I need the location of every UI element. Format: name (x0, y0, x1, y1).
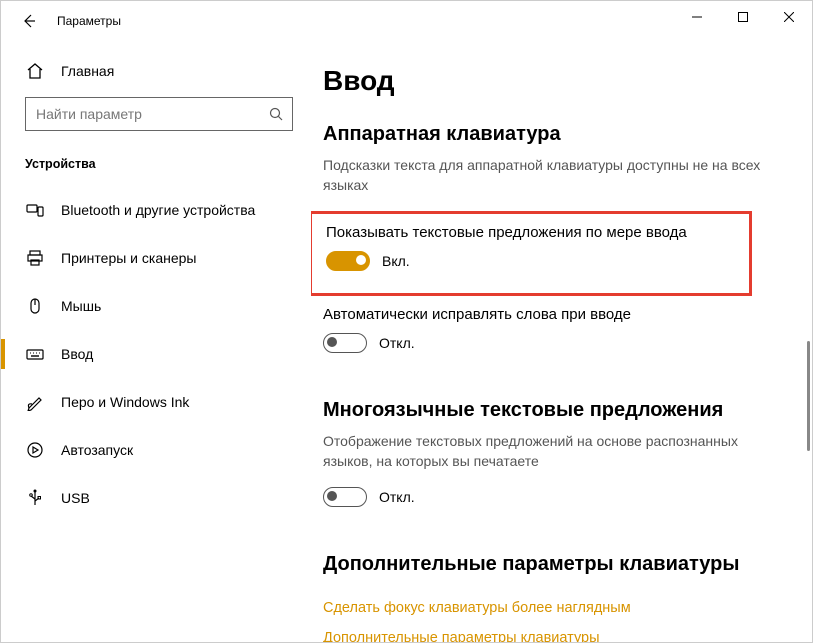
sidebar-item-label: Bluetooth и другие устройства (61, 202, 255, 218)
advanced-settings-link[interactable]: Дополнительные параметры клавиатуры (323, 630, 776, 642)
multilingual-desc: Отображение текстовых предложений на осн… (323, 432, 776, 471)
sidebar-item-autoplay[interactable]: Автозапуск (1, 427, 301, 473)
home-icon (25, 61, 45, 81)
sidebar-item-label: Автозапуск (61, 442, 133, 458)
back-button[interactable] (15, 7, 43, 35)
printer-icon (25, 248, 45, 268)
hardware-keyboard-subtitle: Подсказки текста для аппаратной клавиату… (323, 156, 776, 195)
autoplay-icon (25, 440, 45, 460)
sidebar-item-label: Принтеры и сканеры (61, 250, 196, 266)
text-suggestions-label: Показывать текстовые предложения по мере… (326, 224, 735, 241)
multilingual-state: Откл. (379, 489, 415, 505)
multilingual-heading: Многоязычные текстовые предложения (323, 399, 776, 422)
sidebar-item-printers[interactable]: Принтеры и сканеры (1, 235, 301, 281)
focus-link[interactable]: Сделать фокус клавиатуры более наглядным (323, 600, 776, 616)
sidebar-item-bluetooth[interactable]: Bluetooth и другие устройства (1, 187, 301, 233)
sidebar-item-typing[interactable]: Ввод (1, 331, 301, 377)
sidebar-item-label: Ввод (61, 346, 93, 362)
scrollbar-thumb[interactable] (807, 341, 810, 451)
category-header: Устройства (1, 145, 301, 187)
search-icon (268, 106, 284, 122)
sidebar-item-mouse[interactable]: Мышь (1, 283, 301, 329)
advanced-keyboard-heading: Дополнительные параметры клавиатуры (323, 553, 776, 576)
highlight-frame: Показывать текстовые предложения по мере… (311, 211, 752, 296)
page-title: Ввод (323, 65, 776, 97)
sidebar-item-label: Перо и Windows Ink (61, 394, 189, 410)
keyboard-icon (25, 344, 45, 364)
hardware-keyboard-heading: Аппаратная клавиатура (323, 123, 776, 146)
sidebar-item-usb[interactable]: USB (1, 475, 301, 521)
close-button[interactable] (766, 1, 812, 33)
sidebar-item-pen[interactable]: Перо и Windows Ink (1, 379, 301, 425)
maximize-button[interactable] (720, 1, 766, 33)
sidebar: Главная Устройства Bluetooth и другие ус… (1, 41, 311, 642)
sidebar-item-label: USB (61, 490, 90, 506)
autocorrect-label: Автоматически исправлять слова при вводе (323, 306, 776, 323)
text-suggestions-state: Вкл. (382, 253, 410, 269)
home-button[interactable]: Главная (1, 51, 301, 91)
multilingual-toggle[interactable] (323, 487, 367, 507)
window-title: Параметры (57, 14, 121, 28)
usb-icon (25, 488, 45, 508)
autocorrect-toggle[interactable] (323, 333, 367, 353)
sidebar-item-label: Мышь (61, 298, 101, 314)
pen-icon (25, 392, 45, 412)
minimize-button[interactable] (674, 1, 720, 33)
main-panel: Ввод Аппаратная клавиатура Подсказки тек… (311, 41, 812, 642)
mouse-icon (25, 296, 45, 316)
search-box[interactable] (25, 97, 293, 131)
home-label: Главная (61, 63, 114, 79)
text-suggestions-toggle[interactable] (326, 251, 370, 271)
autocorrect-state: Откл. (379, 335, 415, 351)
devices-icon (25, 200, 45, 220)
search-input[interactable] (36, 106, 268, 122)
window-controls (674, 1, 812, 33)
